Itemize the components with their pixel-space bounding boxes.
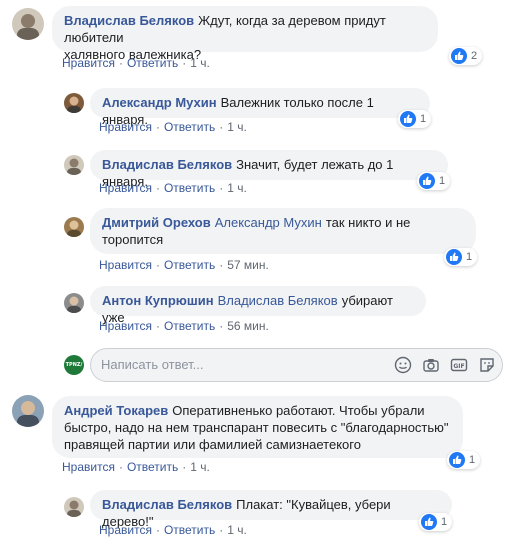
mention-link[interactable]: Владислав Беляков [218, 293, 338, 308]
timestamp[interactable]: 57 мин. [227, 258, 269, 272]
comment-author-link[interactable]: Владислав Беляков [102, 497, 232, 512]
reaction-count-badge[interactable]: 1 [417, 172, 451, 190]
avatar[interactable] [64, 217, 84, 237]
reply-link[interactable]: Ответить [164, 319, 215, 333]
reaction-count-badge[interactable]: 1 [444, 248, 478, 266]
comment-actions: Нравится · Ответить · 1 ч. [99, 181, 247, 195]
reaction-count: 1 [466, 251, 473, 263]
reply-link[interactable]: Ответить [127, 460, 178, 474]
comment-actions: Нравится · Ответить · 1 ч. [99, 120, 247, 134]
svg-text:GIF: GIF [453, 363, 464, 370]
reaction-count: 1 [441, 516, 448, 528]
camera-icon[interactable] [422, 356, 440, 374]
like-link[interactable]: Нравится [62, 56, 115, 70]
comment-thread: Владислав Беляков Ждут, когда за деревом … [0, 0, 519, 545]
comment-text: так никто и не [325, 215, 411, 230]
timestamp[interactable]: 56 мин. [227, 319, 269, 333]
comment-author-link[interactable]: Антон Купрюшин [102, 293, 214, 308]
like-link[interactable]: Нравится [62, 460, 115, 474]
comment-text-line2: быстро, надо на нем транспарант повесить… [64, 420, 449, 435]
reaction-count-badge[interactable]: 1 [419, 513, 453, 531]
reaction-count: 1 [439, 175, 446, 187]
comment-bubble: Владислав Беляков Значит, будет лежать до… [90, 150, 448, 189]
comment-actions: Нравится · Ответить · 1 ч. [62, 460, 210, 474]
reply-placeholder: Написать ответ... [101, 357, 204, 372]
comment-author-link[interactable]: Владислав Беляков [102, 157, 232, 172]
comment-text-line3: правящей партии или фамилией самизнаетек… [64, 437, 361, 452]
comment-actions: Нравится · Ответить · 1 ч. [99, 523, 247, 537]
thumbs-up-icon [419, 173, 435, 189]
reaction-count-badge[interactable]: 1 [447, 451, 481, 469]
comment-author-link[interactable]: Андрей Токарев [64, 403, 168, 418]
avatar[interactable] [64, 155, 84, 175]
gif-icon[interactable]: GIF [450, 356, 468, 374]
timestamp[interactable]: 1 ч. [227, 120, 247, 134]
thumbs-up-icon [400, 111, 416, 127]
sticker-icon[interactable] [478, 356, 496, 374]
smiley-icon[interactable] [394, 356, 412, 374]
comment-author-link[interactable]: Александр Мухин [102, 95, 217, 110]
thumbs-up-icon [446, 249, 462, 265]
mention-link[interactable]: Александр Мухин [215, 215, 322, 230]
avatar[interactable] [64, 93, 84, 113]
reaction-count: 1 [469, 454, 476, 466]
like-link[interactable]: Нравится [99, 120, 152, 134]
comment-author-link[interactable]: Владислав Беляков [64, 13, 194, 28]
comment-actions: Нравится · Ответить · 57 мин. [99, 258, 269, 272]
thumbs-up-icon [451, 48, 467, 64]
reply-link[interactable]: Ответить [164, 523, 215, 537]
comment-bubble: Владислав Беляков Плакат: "Кувайцев, убер… [90, 490, 452, 529]
comment-bubble: Антон Купрюшин Владислав Беляков убирают у… [90, 286, 426, 325]
avatar[interactable] [64, 293, 84, 313]
comment-text-line2: торопится [102, 232, 164, 247]
avatar-text: TPNZ/ [65, 362, 83, 368]
comment-text: Оперативненько работают. Чтобы убрали [172, 403, 425, 418]
like-link[interactable]: Нравится [99, 319, 152, 333]
thumbs-up-icon [421, 514, 437, 530]
comment-bubble: Александр Мухин Валежник только после 1 я… [90, 88, 430, 127]
reply-link[interactable]: Ответить [127, 56, 178, 70]
reaction-count-badge[interactable]: 1 [398, 110, 432, 128]
current-user-avatar: TPNZ/ [64, 355, 84, 375]
comment-bubble: Владислав Беляков Ждут, когда за деревом … [52, 6, 438, 62]
avatar[interactable] [12, 395, 44, 427]
reply-input[interactable]: Написать ответ... GIF [90, 348, 503, 382]
avatar[interactable] [64, 497, 84, 517]
comment-bubble: Дмитрий Орехов Александр Мухин так никто и… [90, 208, 476, 254]
reply-link[interactable]: Ответить [164, 120, 215, 134]
like-link[interactable]: Нравится [99, 258, 152, 272]
comment-actions: Нравится · Ответить · 56 мин. [99, 319, 269, 333]
reply-link[interactable]: Ответить [164, 181, 215, 195]
timestamp[interactable]: 1 ч. [190, 56, 210, 70]
reaction-count: 2 [471, 50, 478, 62]
comment-actions: Нравится · Ответить · 1 ч. [62, 56, 210, 70]
reaction-count: 1 [420, 113, 427, 125]
thumbs-up-icon [449, 452, 465, 468]
timestamp[interactable]: 1 ч. [227, 181, 247, 195]
avatar[interactable] [12, 8, 44, 40]
reply-link[interactable]: Ответить [164, 258, 215, 272]
comment-author-link[interactable]: Дмитрий Орехов [102, 215, 211, 230]
timestamp[interactable]: 1 ч. [190, 460, 210, 474]
reaction-count-badge[interactable]: 2 [449, 47, 483, 65]
comment-bubble: Андрей Токарев Оперативненько работают. Ч… [52, 396, 463, 458]
like-link[interactable]: Нравится [99, 181, 152, 195]
timestamp[interactable]: 1 ч. [227, 523, 247, 537]
like-link[interactable]: Нравится [99, 523, 152, 537]
